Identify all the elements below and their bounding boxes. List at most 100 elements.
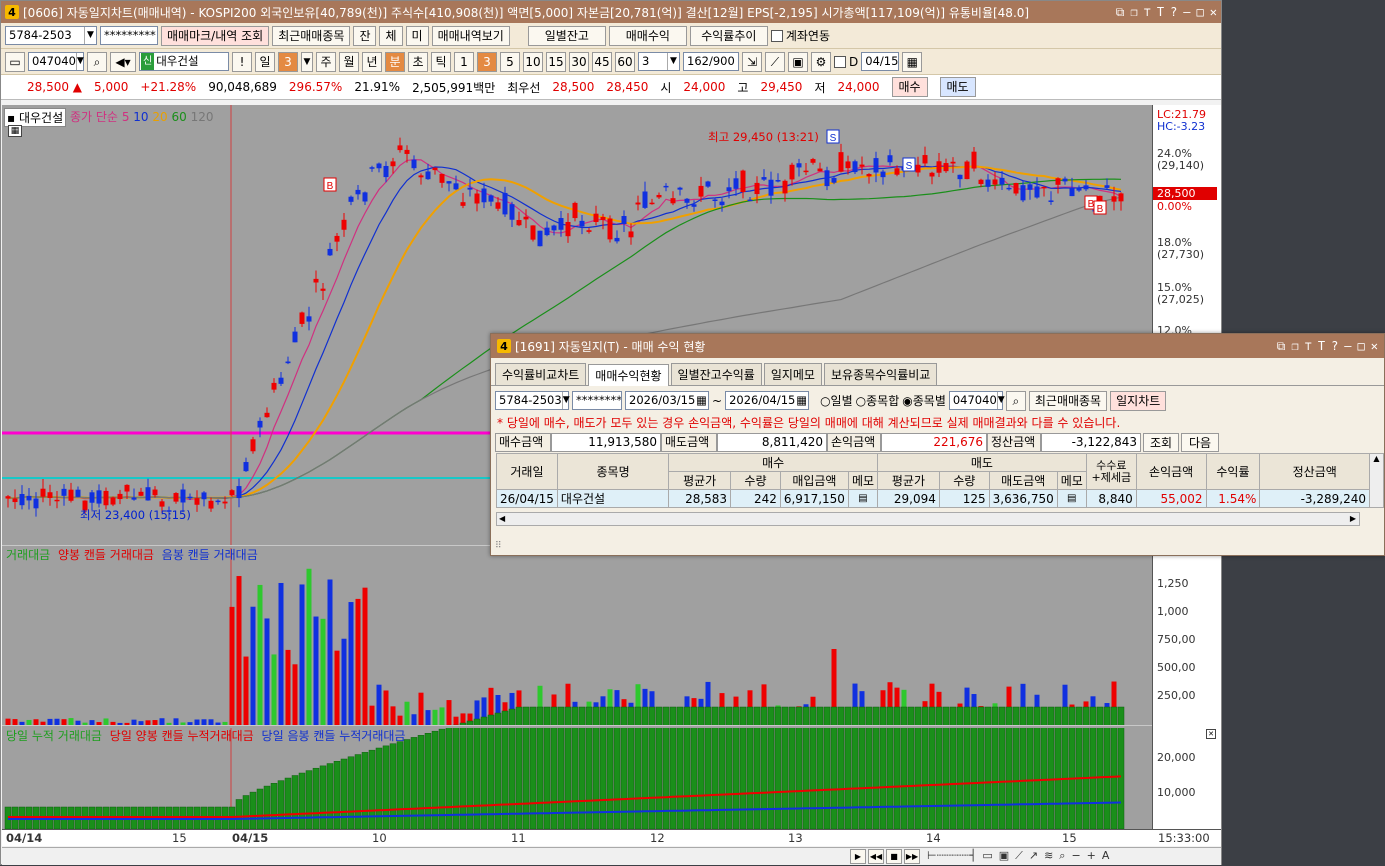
restore-icon[interactable]: ❐ — [1130, 5, 1137, 20]
pin-icon[interactable]: ⊤ — [1144, 5, 1151, 20]
tab-journal-memo[interactable]: 일지메모 — [763, 363, 822, 385]
scroll-left-icon[interactable]: ◀ — [497, 514, 505, 523]
close-icon[interactable]: ✕ — [1210, 5, 1217, 20]
password-field[interactable]: ********* — [100, 26, 158, 45]
main-titlebar[interactable]: 4 [0606] 자동일지차트(매매내역) - KOSPI200 외국인보유[4… — [1, 1, 1221, 23]
interval-1-button[interactable]: 1 — [454, 51, 474, 72]
date-from-field[interactable]: 2026/03/15 ▦ — [625, 391, 709, 410]
memo-icon[interactable]: ▤ — [847, 489, 879, 508]
period-minute-button[interactable]: 분 — [385, 51, 405, 72]
zoom-in-icon[interactable]: + — [1087, 849, 1096, 863]
warning-button[interactable]: ! — [232, 51, 252, 72]
horizontal-scrollbar[interactable]: ◀ ▶ — [496, 512, 1360, 526]
popup-account-select[interactable]: 5784-2503 ▼ — [495, 391, 570, 410]
period-second-button[interactable]: 초 — [408, 51, 428, 72]
date-field[interactable]: 04/15 — [861, 52, 900, 71]
close-icon[interactable]: ✕ — [1371, 339, 1378, 354]
window-icon[interactable]: ▣ — [999, 849, 1009, 863]
period-year-button[interactable]: 년 — [362, 51, 382, 72]
unexecuted-button[interactable]: 미 — [405, 25, 429, 46]
interval-10-button[interactable]: 10 — [523, 51, 543, 72]
radio-by-stock[interactable]: ◉종목별 — [902, 392, 946, 409]
font-icon[interactable]: T — [1157, 5, 1164, 20]
stock-name-field[interactable]: 신 대우건설 — [139, 52, 229, 71]
memo-icon[interactable]: ▤ — [1056, 489, 1087, 508]
trade-history-button[interactable]: 매매내역보기 — [431, 25, 510, 46]
interval-15-button[interactable]: 15 — [546, 51, 566, 72]
text-tool-icon[interactable]: A — [1102, 849, 1110, 863]
account-link-checkbox[interactable] — [770, 29, 783, 42]
period-day-button[interactable]: 일 — [255, 51, 275, 72]
executed-button[interactable]: 체 — [379, 25, 403, 46]
interval-60-button[interactable]: 60 — [615, 51, 635, 72]
minimize-icon[interactable]: – — [1183, 5, 1190, 20]
interval-45-button[interactable]: 45 — [592, 51, 612, 72]
balance-button[interactable]: 잔 — [353, 25, 377, 46]
help-icon[interactable]: ? — [1170, 5, 1177, 20]
grid-icon[interactable]: ▦ — [8, 125, 22, 137]
tab-return-compare[interactable]: 수익률비교차트 — [495, 363, 587, 385]
fibo-icon[interactable]: ≋ — [1044, 849, 1053, 863]
period-day-n-button[interactable]: 3 — [278, 51, 298, 72]
sell-button[interactable]: 매도 — [939, 77, 976, 97]
date-to-field[interactable]: 2026/04/15 ▦ — [725, 391, 810, 410]
interval-30-button[interactable]: 30 — [569, 51, 589, 72]
calendar-icon[interactable]: ▦ — [902, 51, 923, 72]
line-tool-icon[interactable]: ⟋ — [1015, 849, 1023, 863]
query-button[interactable]: 조회 — [1143, 433, 1179, 452]
table-row[interactable]: 26/04/15 대우건설 28,583 242 6,917,150 ▤ 29,… — [496, 489, 1384, 508]
stock-code-select[interactable]: 047040 ▼ — [28, 52, 84, 71]
magnify-icon[interactable]: ⌕ — [1059, 849, 1065, 863]
pane-close-icon[interactable]: ✕ — [1206, 729, 1216, 739]
count-field[interactable]: 162/900 — [683, 52, 739, 71]
help-icon[interactable]: ? — [1331, 339, 1338, 354]
popup-password-field[interactable]: ********* — [572, 391, 622, 410]
period-month-button[interactable]: 월 — [339, 51, 359, 72]
slider-icon[interactable]: ⊢┈┈┈┈┈┤ — [927, 849, 976, 863]
popup-titlebar[interactable]: 4 [1691] 자동일지(T) - 매매 수익 현황 ⧉ ❐ ⊤ T ? – … — [491, 334, 1384, 358]
fast-forward-icon[interactable]: ▶▶ — [904, 849, 920, 864]
tab-daily-balance-return[interactable]: 일별잔고수익률 — [670, 363, 762, 385]
journal-chart-button[interactable]: 일지차트 — [1110, 390, 1167, 411]
tab-trade-profit[interactable]: 매매수익현황 — [588, 364, 669, 386]
zoom-icon[interactable]: ⇲ — [742, 51, 762, 72]
gear-icon[interactable]: ⚙ — [811, 51, 831, 72]
interval-5-button[interactable]: 5 — [500, 51, 520, 72]
chevron-down-icon[interactable]: ▼ — [301, 51, 313, 72]
stop-icon[interactable]: ■ — [886, 849, 902, 864]
daily-balance-button[interactable]: 일별잔고 — [527, 25, 606, 46]
restore-icon[interactable]: ❐ — [1291, 339, 1298, 354]
tab-holding-compare[interactable]: 보유종목수익률비교 — [823, 363, 938, 385]
date-checkbox[interactable] — [834, 55, 846, 68]
link-icon[interactable]: ⧉ — [1277, 339, 1286, 354]
search-icon[interactable]: ⌕ — [87, 51, 107, 72]
draw-icon[interactable]: ⟋ — [765, 51, 785, 72]
resize-grip-icon[interactable]: ⠿ — [495, 541, 502, 551]
buy-button[interactable]: 매수 — [891, 77, 928, 97]
maximize-icon[interactable]: □ — [1197, 5, 1204, 20]
scroll-right-icon[interactable]: ▶ — [850, 849, 866, 864]
maximize-icon[interactable]: □ — [1358, 339, 1365, 354]
zoom-out-icon[interactable]: − — [1071, 849, 1080, 863]
trade-profit-button[interactable]: 매매수익 — [608, 25, 687, 46]
menu-icon[interactable]: ▭ — [5, 51, 25, 72]
period-tick-button[interactable]: 틱 — [431, 51, 451, 72]
minimize-icon[interactable]: – — [1344, 339, 1351, 354]
calendar-icon[interactable]: ▦ — [796, 392, 807, 409]
account-select[interactable]: 5784-2503 ▼ — [5, 26, 97, 45]
popup-code-select[interactable]: 047040 ▼ — [948, 391, 1005, 410]
font-icon[interactable]: T — [1318, 339, 1325, 354]
recent-trades-button[interactable]: 최근매매종목 — [272, 25, 351, 46]
trend-tool-icon[interactable]: ↗ — [1029, 849, 1038, 863]
calendar-icon[interactable]: ▦ — [696, 392, 707, 409]
speaker-icon[interactable]: ◀▾ — [110, 51, 136, 72]
interval-3-button[interactable]: 3 — [477, 51, 497, 72]
search-icon[interactable]: ⌕ — [1005, 390, 1026, 411]
radio-stock-sum[interactable]: ○종목합 — [856, 392, 900, 409]
popup-recent-trades-button[interactable]: 최근매매종목 — [1028, 390, 1108, 411]
rewind-icon[interactable]: ◀◀ — [868, 849, 884, 864]
return-trend-button[interactable]: 수익률추이 — [689, 25, 768, 46]
pin-icon[interactable]: ⊤ — [1305, 339, 1312, 354]
table-scrollbar[interactable]: ▲ — [1368, 453, 1385, 508]
scroll-right-icon[interactable]: ▶ — [1350, 513, 1356, 525]
